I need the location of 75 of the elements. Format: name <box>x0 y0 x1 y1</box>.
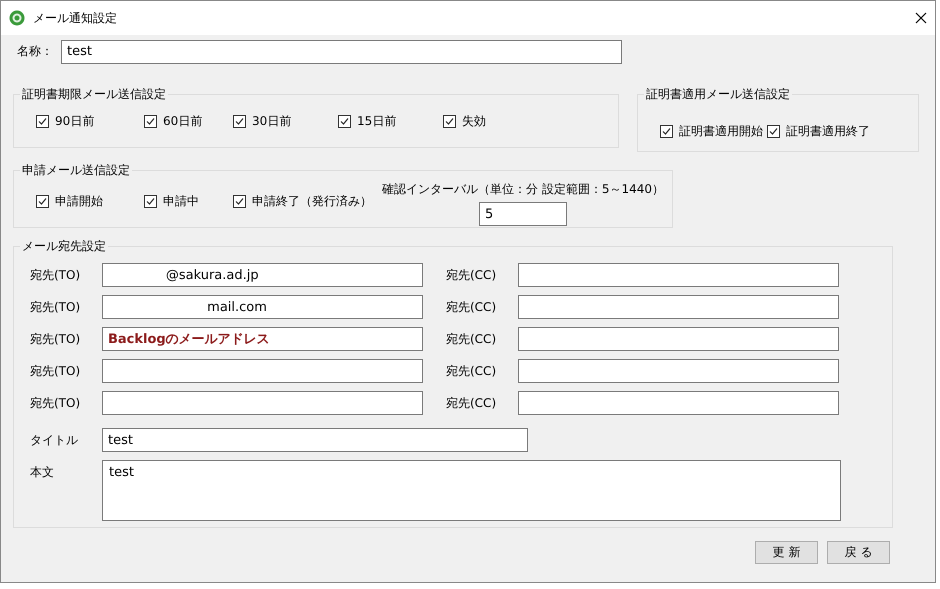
checkbox-box[interactable] <box>144 194 157 208</box>
body-field[interactable]: test <box>102 460 841 521</box>
window-title: メール通知設定 <box>33 10 118 26</box>
checkbox[interactable]: 90日前 <box>36 112 144 130</box>
checkmark-icon <box>145 116 156 126</box>
checkbox-box[interactable] <box>144 114 157 128</box>
cc-field[interactable] <box>518 359 839 383</box>
group-title: メール宛先設定 <box>21 238 107 255</box>
cc-label: 宛先(CC) <box>446 394 498 412</box>
checkbox-box[interactable] <box>338 114 351 128</box>
checkmark-icon <box>661 126 672 136</box>
checkbox[interactable]: 15日前 <box>338 112 443 130</box>
checkbox-label: 30日前 <box>252 112 292 130</box>
to-field[interactable] <box>102 391 423 415</box>
checkmark-icon <box>37 116 48 126</box>
group-title: 申請メール送信設定 <box>21 162 131 179</box>
to-field[interactable]: @sakura.ad.jp <box>102 263 423 287</box>
to-label: 宛先(TO) <box>30 394 82 412</box>
to-label: 宛先(TO) <box>30 330 82 348</box>
checkbox-label: 90日前 <box>55 112 94 130</box>
checkmark-icon <box>234 196 245 206</box>
checkbox-box[interactable] <box>767 124 780 138</box>
to-label: 宛先(TO) <box>30 298 82 316</box>
close-icon[interactable] <box>915 12 927 24</box>
checkbox-label: 申請開始 <box>55 192 103 210</box>
app-logo-icon <box>9 10 25 26</box>
checkbox-box[interactable] <box>660 124 673 138</box>
checkbox-box[interactable] <box>36 194 49 208</box>
checkbox-box[interactable] <box>443 114 456 128</box>
group-title: 証明書期限メール送信設定 <box>21 86 167 103</box>
checkbox[interactable]: 証明書適用終了 <box>767 122 870 140</box>
checkmark-icon <box>768 126 779 136</box>
checkbox[interactable]: 失効 <box>443 112 486 130</box>
name-label: 名称： <box>17 43 53 60</box>
dialog-button[interactable]: 戻 る <box>827 541 890 564</box>
subject-label: タイトル <box>30 432 79 448</box>
body-label: 本文 <box>30 464 55 481</box>
cc-field[interactable] <box>518 263 839 287</box>
checkbox-label: 証明書適用開始 <box>679 122 763 140</box>
checkmark-icon <box>339 116 350 126</box>
to-field[interactable] <box>102 359 423 383</box>
to-field[interactable]: Backlogのメールアドレス <box>102 327 423 351</box>
group-title: 証明書適用メール送信設定 <box>645 86 791 103</box>
checkbox-label: 申請中 <box>163 192 199 210</box>
checkmark-icon <box>444 116 455 126</box>
checkbox-label: 失効 <box>462 112 486 130</box>
cc-label: 宛先(CC) <box>446 330 498 348</box>
checkbox[interactable]: 申請中 <box>144 192 233 210</box>
checkbox-label: 証明書適用終了 <box>786 122 870 140</box>
checkbox-box[interactable] <box>36 114 49 128</box>
to-label: 宛先(TO) <box>30 362 82 380</box>
name-field[interactable]: test <box>61 40 622 64</box>
checkbox[interactable]: 申請開始 <box>36 192 144 210</box>
checkbox-label: 60日前 <box>163 112 202 130</box>
checkmark-icon <box>234 116 245 126</box>
cc-label: 宛先(CC) <box>446 298 498 316</box>
checkbox-box[interactable] <box>233 114 246 128</box>
checkbox-box[interactable] <box>233 194 246 208</box>
checkbox[interactable]: 60日前 <box>144 112 233 130</box>
checkmark-icon <box>145 196 156 206</box>
checkmark-icon <box>37 196 48 206</box>
subject-field[interactable]: test <box>102 428 528 452</box>
cc-field[interactable] <box>518 391 839 415</box>
interval-field[interactable]: 5 <box>479 202 567 226</box>
checkbox-label: 15日前 <box>357 112 396 130</box>
cc-field[interactable] <box>518 327 839 351</box>
to-label: 宛先(TO) <box>30 266 82 284</box>
dialog-button[interactable]: 更 新 <box>755 541 818 564</box>
cc-label: 宛先(CC) <box>446 266 498 284</box>
interval-label: 確認インターバル（単位：分 設定範囲：5～1440） <box>382 181 664 198</box>
checkbox[interactable]: 30日前 <box>233 112 338 130</box>
cc-label: 宛先(CC) <box>446 362 498 380</box>
cc-field[interactable] <box>518 295 839 319</box>
to-field[interactable]: mail.com <box>102 295 423 319</box>
checkbox[interactable]: 証明書適用開始 <box>660 122 763 140</box>
